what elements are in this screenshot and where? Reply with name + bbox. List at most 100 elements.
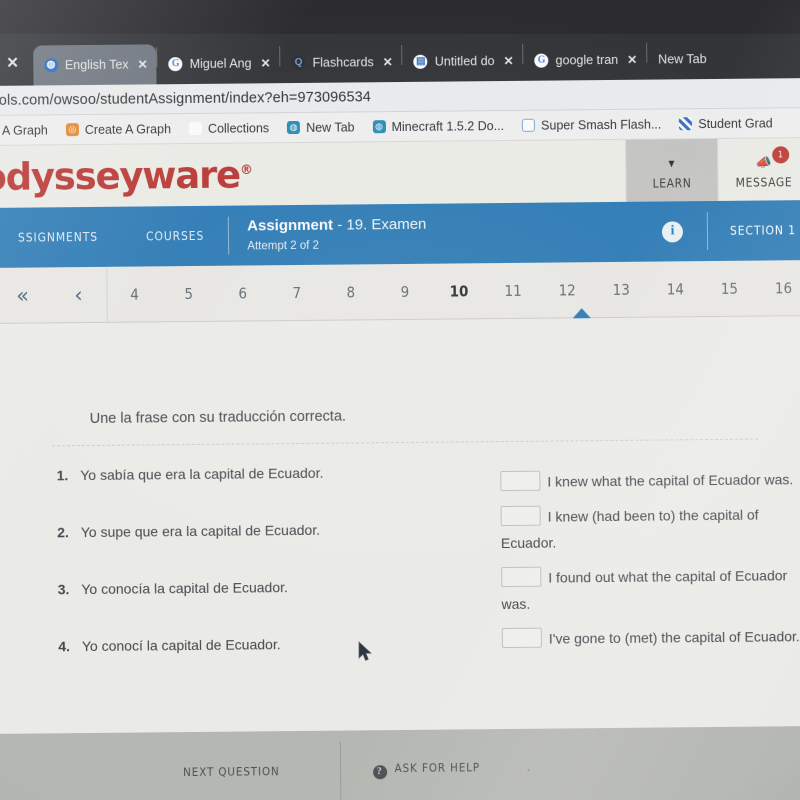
browser-tab-5[interactable]: New Tab [647,39,716,80]
pager-prev-icon[interactable]: ‹ [50,282,106,307]
photo-of-screen: ✕ ◍ English Tex ✕ G Miguel Ang ✕ Q Flash… [0,0,800,800]
answer-dropbox-2[interactable] [500,505,541,526]
tab-close-icon-3[interactable]: ✕ [383,55,393,69]
nav-courses[interactable]: COURSES [122,229,228,244]
browser-tab-label-5: New Tab [658,52,707,67]
bookmark-label-4: Minecraft 1.5.2 Do... [391,118,505,134]
matching-row-1: 1. Yo sabía que era la capital de Ecuado… [52,463,473,524]
tab-close-icon-4[interactable]: ✕ [503,54,513,68]
browser-tab-1[interactable]: G Miguel Ang ✕ [157,43,279,84]
pager-number-9[interactable]: 9 [378,282,432,301]
current-question-marker [571,307,592,319]
pager-number-14[interactable]: 14 [648,280,702,299]
assignment-attempt: Attempt 2 of 2 [247,239,320,253]
bookmark-6[interactable]: Student Grad [670,116,781,131]
google-icon: G [534,53,549,68]
question-content: Une la frase con su traducción correcta.… [0,316,800,734]
browser-tab-label-1: Miguel Ang [189,56,252,72]
browser-window: ✕ ◍ English Tex ✕ G Miguel Ang ✕ Q Flash… [0,26,800,800]
pager-number-4[interactable]: 4 [107,285,161,304]
address-bar-url: ools.com/owsoo/studentAssignment/index?e… [0,88,372,109]
tab-message-label: MESSAGE [735,175,793,190]
app-header: odysseyware® ▾ LEARN 📣 1 MESSAGE [0,138,800,208]
globe-icon: ◍ [43,58,58,73]
matching-number-4: 4. [58,638,70,655]
answer-option-1: I knew what the capital of Ecuador was. [500,466,800,495]
nav-assignments[interactable]: SSIGNMENTS [0,230,122,245]
browser-tab-0[interactable]: ◍ English Tex ✕ [32,44,157,86]
assignment-nav-bar: SSIGNMENTS COURSES Assignment - 19. Exam… [0,200,800,268]
pager-number-16[interactable]: 16 [756,279,800,298]
assignment-name: - 19. Examen [337,215,427,234]
assignment-title: Assignment - 19. Examen [247,216,426,236]
browser-tab-label-4: google tran [555,52,619,68]
chevron-down-icon: ▾ [668,156,676,172]
pager-number-5[interactable]: 5 [162,284,216,303]
hatch-icon [679,117,693,131]
bookmark-2[interactable]: ◑ Collections [180,121,278,136]
bookmark-label-3: New Tab [306,119,355,135]
answer-text-1: I knew what the capital of Ecuador was. [547,471,794,490]
bookmark-label-0: A Graph [1,122,48,138]
message-badge: 1 [772,146,790,164]
window-icon: ▯ [522,118,536,132]
matching-text-4: Yo conocí la capital de Ecuador. [81,636,281,655]
section-label[interactable]: SECTION 1 [708,223,800,238]
megaphone-icon: 📣 [755,155,773,171]
browser-tab-2[interactable]: Q Flashcards ✕ [280,42,402,83]
browser-tab-label-3: Untitled do [434,54,495,69]
tab-close-icon-1[interactable]: ✕ [138,57,148,71]
pager-numbers: 4 5 6 7 8 9 10 11 12 13 14 15 16 [107,260,800,323]
browser-tab-4[interactable]: G google tran ✕ [523,40,646,81]
tab-close-icon-2[interactable]: ✕ [260,56,270,70]
pager-number-11[interactable]: 11 [486,281,540,300]
assignment-footer: NEXT QUESTION ?ASK FOR HELP · TU [0,726,800,800]
browser-tab-label-2: Flashcards [312,55,374,70]
app-header-tabs: ▾ LEARN 📣 1 MESSAGE [625,138,800,202]
tab-close-icon-5[interactable]: ✕ [627,53,637,67]
answer-dropbox-3[interactable] [501,566,542,587]
bookmark-3[interactable]: ◍ New Tab [278,120,364,135]
pager-first-icon[interactable]: « [0,283,51,308]
pager-number-13[interactable]: 13 [594,280,648,299]
content-divider [51,438,758,447]
ask-for-help-button[interactable]: ? ASK FOR HELP [357,760,497,780]
bookmark-5[interactable]: ▯ Super Smash Flash... [513,117,670,133]
ask-for-help-label: ASK FOR HELP [394,760,481,776]
browser-tab-3[interactable]: ▤ Untitled do ✕ [403,41,523,82]
answer-option-4: I've gone to (met) the capital of Ecuado… [501,623,800,652]
bookmark-4[interactable]: ◍ Minecraft 1.5.2 Do... [363,118,513,134]
globe-icon: ◍ [372,120,386,134]
registered-mark: ® [239,162,252,178]
pager-number-6[interactable]: 6 [216,284,270,303]
tab-close-icon-0[interactable]: ✕ [0,54,33,86]
bookmark-0[interactable]: A Graph [0,123,57,138]
question-pager: « ‹ 4 5 6 7 8 9 10 11 12 13 14 15 16 [0,260,800,324]
pager-number-12[interactable]: 12 [540,281,594,300]
orange-dot-icon: ◎ [65,123,79,137]
bookmark-label-2: Collections [207,120,270,136]
matching-row-3: 3. Yo conocía la capital de Ecuador. [53,577,474,638]
answer-dropbox-1[interactable] [500,470,541,492]
matching-text-1: Yo sabía que era la capital de Ecuador. [80,464,324,484]
bookmark-label-5: Super Smash Flash... [541,116,662,133]
tab-message[interactable]: 📣 1 MESSAGE [717,138,800,201]
bookmark-label-6: Student Grad [698,115,773,131]
bookmark-1[interactable]: ◎ Create A Graph [57,122,180,137]
tab-learn[interactable]: ▾ LEARN [625,138,718,202]
odysseyware-logo[interactable]: odysseyware® [0,153,252,198]
footer-dot: · [525,760,531,777]
pager-number-7[interactable]: 7 [270,283,324,302]
pager-number-10[interactable]: 10 [432,282,486,301]
bookmark-label-1: Create A Graph [84,121,172,137]
info-icon[interactable]: i [661,220,684,242]
answer-text-3: I found out what the capital of Ecuador … [501,567,788,613]
pager-number-8[interactable]: 8 [324,283,378,302]
matching-phrases-column: 1. Yo sabía que era la capital de Ecuado… [52,463,474,695]
next-question-button[interactable]: NEXT QUESTION [167,764,296,779]
pager-number-15[interactable]: 15 [702,279,756,298]
answer-dropbox-4[interactable] [501,627,542,649]
screen-bezel-top [0,0,800,34]
answer-option-3: I found out what the capital of Ecuador … [501,562,800,618]
assignment-info: Assignment - 19. Examen Attempt 2 of 2 [229,216,427,254]
